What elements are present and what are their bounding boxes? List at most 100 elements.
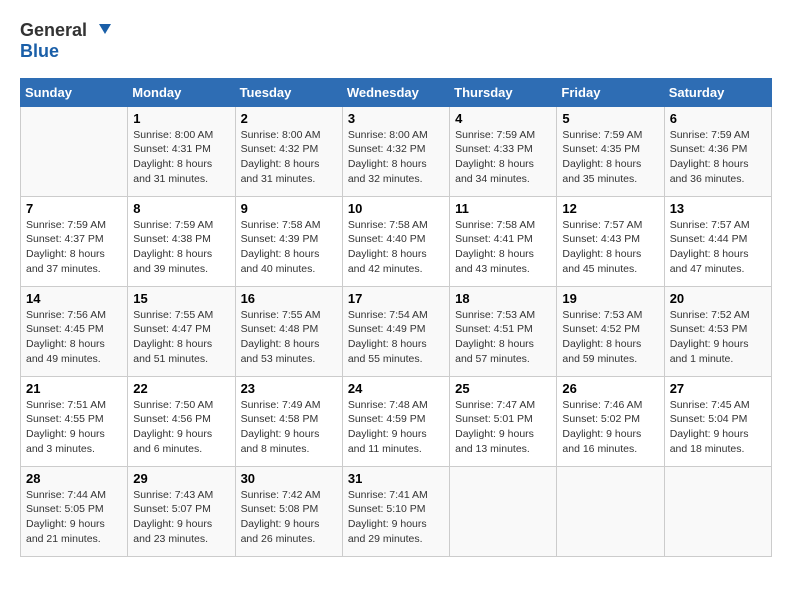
calendar-cell: 9Sunrise: 7:58 AMSunset: 4:39 PMDaylight… [235, 196, 342, 286]
calendar-cell: 17Sunrise: 7:54 AMSunset: 4:49 PMDayligh… [342, 286, 449, 376]
col-header-tuesday: Tuesday [235, 78, 342, 106]
calendar-cell: 14 Sunrise: 7:56 AMSunset: 4:45 PMDayligh… [21, 286, 128, 376]
calendar-cell: 6 Sunrise: 7:59 AMSunset: 4:36 PMDaylight… [664, 106, 771, 196]
day-info: Sunrise: 7:50 AMSunset: 4:56 PMDaylight:… [133, 398, 229, 457]
day-info: Sunrise: 7:47 AMSunset: 5:01 PMDaylight:… [455, 398, 551, 457]
calendar-cell: 24 Sunrise: 7:48 AMSunset: 4:59 PMDayligh… [342, 376, 449, 466]
day-number: 6 [670, 111, 766, 126]
day-number: 23 [241, 381, 337, 396]
day-info: Sunrise: 7:59 AMSunset: 4:33 PMDaylight:… [455, 128, 551, 187]
day-number: 8 [133, 201, 229, 216]
col-header-monday: Monday [128, 78, 235, 106]
col-header-sunday: Sunday [21, 78, 128, 106]
day-info: Sunrise: 7:59 AMSunset: 4:38 PMDaylight:… [133, 218, 229, 277]
calendar-cell: 22 Sunrise: 7:50 AMSunset: 4:56 PMDayligh… [128, 376, 235, 466]
calendar-cell: 25 Sunrise: 7:47 AMSunset: 5:01 PMDayligh… [450, 376, 557, 466]
logo-text: General Blue [20, 20, 111, 62]
day-info: Sunrise: 7:53 AMSunset: 4:52 PMDaylight:… [562, 308, 658, 367]
day-number: 7 [26, 201, 122, 216]
calendar-cell: 3Sunrise: 8:00 AMSunset: 4:32 PMDaylight… [342, 106, 449, 196]
calendar-cell: 10Sunrise: 7:58 AMSunset: 4:40 PMDayligh… [342, 196, 449, 286]
calendar-cell: 23 Sunrise: 7:49 AMSunset: 4:58 PMDayligh… [235, 376, 342, 466]
day-number: 24 [348, 381, 444, 396]
day-info: Sunrise: 7:56 AMSunset: 4:45 PMDaylight:… [26, 308, 122, 367]
col-header-thursday: Thursday [450, 78, 557, 106]
day-info: Sunrise: 7:59 AMSunset: 4:37 PMDaylight:… [26, 218, 122, 277]
day-number: 25 [455, 381, 551, 396]
calendar-cell [450, 466, 557, 556]
calendar-cell: 30Sunrise: 7:42 AMSunset: 5:08 PMDayligh… [235, 466, 342, 556]
calendar-week-2: 7 Sunrise: 7:59 AMSunset: 4:37 PMDaylight… [21, 196, 772, 286]
calendar-cell: 5 Sunrise: 7:59 AMSunset: 4:35 PMDaylight… [557, 106, 664, 196]
day-number: 14 [26, 291, 122, 306]
day-number: 27 [670, 381, 766, 396]
day-number: 20 [670, 291, 766, 306]
page-header: General Blue [20, 20, 772, 62]
logo: General Blue [20, 20, 111, 62]
calendar-table: SundayMondayTuesdayWednesdayThursdayFrid… [20, 78, 772, 557]
calendar-cell: 26Sunrise: 7:46 AMSunset: 5:02 PMDayligh… [557, 376, 664, 466]
day-info: Sunrise: 7:55 AMSunset: 4:48 PMDaylight:… [241, 308, 337, 367]
day-info: Sunrise: 7:52 AMSunset: 4:53 PMDaylight:… [670, 308, 766, 367]
day-info: Sunrise: 7:48 AMSunset: 4:59 PMDaylight:… [348, 398, 444, 457]
calendar-cell [21, 106, 128, 196]
calendar-header-row: SundayMondayTuesdayWednesdayThursdayFrid… [21, 78, 772, 106]
calendar-cell: 29 Sunrise: 7:43 AMSunset: 5:07 PMDayligh… [128, 466, 235, 556]
col-header-saturday: Saturday [664, 78, 771, 106]
day-info: Sunrise: 7:57 AMSunset: 4:44 PMDaylight:… [670, 218, 766, 277]
day-info: Sunrise: 7:42 AMSunset: 5:08 PMDaylight:… [241, 488, 337, 547]
day-info: Sunrise: 7:58 AMSunset: 4:39 PMDaylight:… [241, 218, 337, 277]
day-info: Sunrise: 7:59 AMSunset: 4:36 PMDaylight:… [670, 128, 766, 187]
calendar-week-1: 1 Sunrise: 8:00 AMSunset: 4:31 PMDaylight… [21, 106, 772, 196]
day-number: 22 [133, 381, 229, 396]
calendar-cell: 21 Sunrise: 7:51 AMSunset: 4:55 PMDayligh… [21, 376, 128, 466]
calendar-cell: 18 Sunrise: 7:53 AMSunset: 4:51 PMDayligh… [450, 286, 557, 376]
day-number: 29 [133, 471, 229, 486]
calendar-cell [557, 466, 664, 556]
calendar-cell: 19 Sunrise: 7:53 AMSunset: 4:52 PMDayligh… [557, 286, 664, 376]
day-info: Sunrise: 8:00 AMSunset: 4:31 PMDaylight:… [133, 128, 229, 187]
day-number: 13 [670, 201, 766, 216]
calendar-cell: 4Sunrise: 7:59 AMSunset: 4:33 PMDaylight… [450, 106, 557, 196]
day-number: 28 [26, 471, 122, 486]
calendar-cell: 2 Sunrise: 8:00 AMSunset: 4:32 PMDaylight… [235, 106, 342, 196]
day-info: Sunrise: 7:53 AMSunset: 4:51 PMDaylight:… [455, 308, 551, 367]
calendar-cell: 8 Sunrise: 7:59 AMSunset: 4:38 PMDaylight… [128, 196, 235, 286]
col-header-wednesday: Wednesday [342, 78, 449, 106]
day-number: 1 [133, 111, 229, 126]
day-info: Sunrise: 7:59 AMSunset: 4:35 PMDaylight:… [562, 128, 658, 187]
calendar-week-4: 21 Sunrise: 7:51 AMSunset: 4:55 PMDayligh… [21, 376, 772, 466]
day-number: 5 [562, 111, 658, 126]
day-number: 16 [241, 291, 337, 306]
day-number: 21 [26, 381, 122, 396]
calendar-cell: 15 Sunrise: 7:55 AMSunset: 4:47 PMDayligh… [128, 286, 235, 376]
day-info: Sunrise: 7:46 AMSunset: 5:02 PMDaylight:… [562, 398, 658, 457]
logo-bird-icon [89, 20, 111, 42]
day-info: Sunrise: 7:43 AMSunset: 5:07 PMDaylight:… [133, 488, 229, 547]
calendar-cell: 27 Sunrise: 7:45 AMSunset: 5:04 PMDayligh… [664, 376, 771, 466]
day-info: Sunrise: 7:54 AMSunset: 4:49 PMDaylight:… [348, 308, 444, 367]
calendar-week-5: 28Sunrise: 7:44 AMSunset: 5:05 PMDayligh… [21, 466, 772, 556]
day-info: Sunrise: 7:58 AMSunset: 4:41 PMDaylight:… [455, 218, 551, 277]
day-info: Sunrise: 7:49 AMSunset: 4:58 PMDaylight:… [241, 398, 337, 457]
day-info: Sunrise: 8:00 AMSunset: 4:32 PMDaylight:… [241, 128, 337, 187]
calendar-cell: 7 Sunrise: 7:59 AMSunset: 4:37 PMDaylight… [21, 196, 128, 286]
day-info: Sunrise: 7:51 AMSunset: 4:55 PMDaylight:… [26, 398, 122, 457]
logo-blue: Blue [20, 41, 59, 61]
day-info: Sunrise: 7:55 AMSunset: 4:47 PMDaylight:… [133, 308, 229, 367]
day-number: 11 [455, 201, 551, 216]
calendar-cell: 20 Sunrise: 7:52 AMSunset: 4:53 PMDayligh… [664, 286, 771, 376]
col-header-friday: Friday [557, 78, 664, 106]
calendar-week-3: 14 Sunrise: 7:56 AMSunset: 4:45 PMDayligh… [21, 286, 772, 376]
calendar-cell: 16 Sunrise: 7:55 AMSunset: 4:48 PMDayligh… [235, 286, 342, 376]
calendar-cell [664, 466, 771, 556]
calendar-cell: 12 Sunrise: 7:57 AMSunset: 4:43 PMDayligh… [557, 196, 664, 286]
day-number: 31 [348, 471, 444, 486]
day-number: 19 [562, 291, 658, 306]
day-number: 12 [562, 201, 658, 216]
day-number: 15 [133, 291, 229, 306]
day-info: Sunrise: 7:45 AMSunset: 5:04 PMDaylight:… [670, 398, 766, 457]
day-number: 2 [241, 111, 337, 126]
day-number: 18 [455, 291, 551, 306]
day-info: Sunrise: 7:57 AMSunset: 4:43 PMDaylight:… [562, 218, 658, 277]
